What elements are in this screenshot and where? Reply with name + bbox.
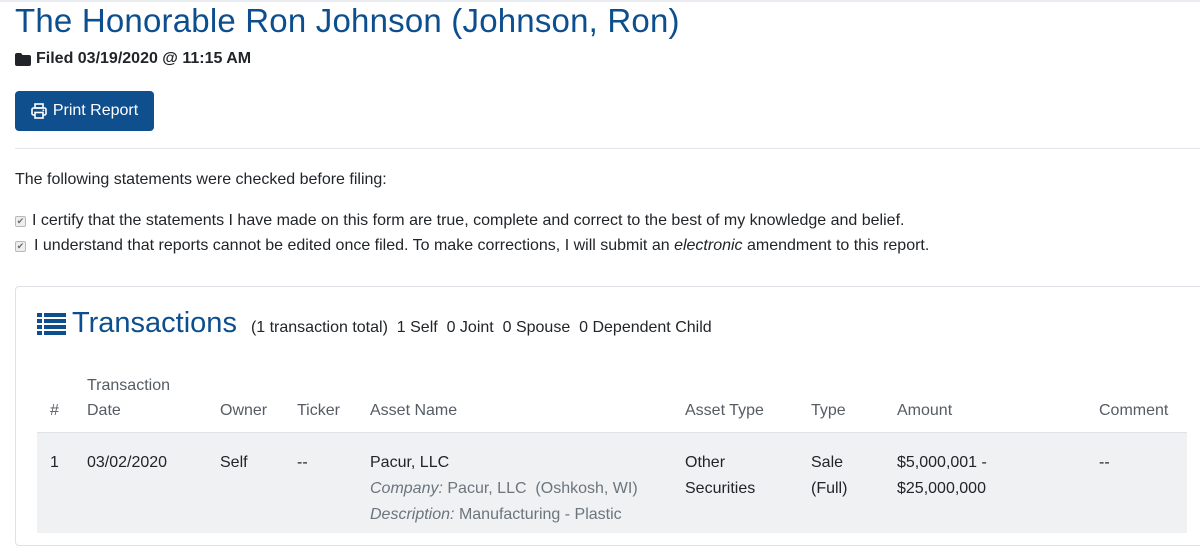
filed-date: Filed 03/19/2020 @ 11:15 AM [15, 50, 251, 68]
row-num: 1 [50, 454, 59, 471]
list-icon [37, 313, 66, 335]
company-label: Company: [370, 480, 443, 497]
col-header-asset-name: Asset Name [370, 402, 458, 419]
col-header-type: Type [811, 402, 846, 419]
company-value: Pacur, LLC (Oshkosh, WI) [447, 480, 638, 497]
row-owner: Self [220, 454, 248, 471]
statement-understand: ✔ I understand that reports cannot be ed… [15, 237, 929, 255]
row-amount-line1: $5,000,001 - [897, 454, 987, 471]
row-ticker: -- [297, 454, 308, 471]
checkbox-certify: ✔ [15, 215, 26, 227]
col-header-owner: Owner [220, 402, 268, 419]
checkmark-icon: ✔ [16, 240, 25, 251]
col-header-comment: Comment [1099, 402, 1169, 419]
checkbox-understand: ✔ [15, 240, 26, 252]
statement-understand-italic: electronic [674, 237, 743, 254]
row-amount-cell: $5,000,001 - $25,000,000 [897, 450, 987, 502]
print-report-button[interactable]: Print Report [15, 91, 154, 131]
row-asset-type-line2: Securities [685, 480, 756, 497]
col-header-ticker: Ticker [297, 402, 340, 419]
row-type-line2: (Full) [811, 480, 848, 497]
statement-certify-text: I certify that the statements I have mad… [32, 212, 905, 229]
statements-intro: The following statements were checked be… [15, 171, 387, 188]
statement-certify: ✔ I certify that the statements I have m… [15, 212, 904, 230]
description-label: Description: [370, 506, 455, 523]
row-type-line1: Sale [811, 454, 844, 471]
filed-text: Filed 03/19/2020 @ 11:15 AM [36, 50, 252, 67]
col-header-num: # [50, 402, 59, 419]
col-header-date-line2: Date [87, 402, 121, 419]
row-comment: -- [1099, 454, 1110, 471]
divider [15, 148, 1200, 149]
transactions-summary: (1 transaction total) 1 Self 0 Joint 0 S… [250, 319, 712, 336]
col-header-asset-type: Asset Type [685, 402, 764, 419]
row-company: Company: Pacur, LLC (Oshkosh, WI) [370, 476, 638, 502]
folder-icon [15, 52, 31, 66]
statement-understand-suffix: amendment to this report. [747, 237, 930, 254]
row-description: Description: Manufacturing - Plastic [370, 502, 638, 528]
checkmark-icon: ✔ [16, 215, 25, 226]
row-asset-name-cell: Pacur, LLC Company: Pacur, LLC (Oshkosh,… [370, 450, 638, 528]
row-type-cell: Sale (Full) [811, 450, 847, 502]
print-report-label: Print Report [52, 102, 139, 119]
page-title: The Honorable Ron Johnson (Johnson, Ron) [15, 2, 680, 39]
statement-understand-text: I understand that reports cannot be edit… [34, 237, 670, 254]
row-asset-type-line1: Other [685, 454, 726, 471]
row-asset-name: Pacur, LLC [370, 454, 450, 471]
col-header-amount: Amount [897, 402, 953, 419]
print-icon [31, 103, 47, 119]
row-amount-line2: $25,000,000 [897, 480, 986, 497]
row-asset-type-cell: Other Securities [685, 450, 755, 502]
description-value: Manufacturing - Plastic [458, 506, 622, 523]
transactions-header: Transactions (1 transaction total) 1 Sel… [37, 307, 712, 340]
row-date: 03/02/2020 [87, 454, 168, 471]
transactions-heading: Transactions [72, 307, 237, 339]
col-header-date-line1: Transaction [87, 377, 170, 394]
